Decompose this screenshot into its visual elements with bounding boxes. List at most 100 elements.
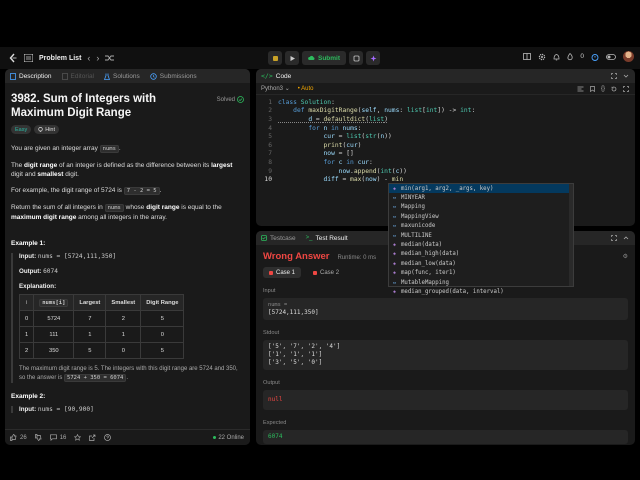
- code-line-text: diff = max(now) - min: [323, 176, 404, 184]
- table-header: Digit Range: [140, 294, 185, 311]
- maximize-icon[interactable]: [611, 73, 617, 79]
- tab-editorial[interactable]: Editorial: [61, 73, 94, 80]
- layout-icon[interactable]: [523, 53, 532, 60]
- prev-problem-icon[interactable]: ‹: [87, 53, 90, 63]
- bookmark-icon[interactable]: [590, 85, 595, 92]
- variable-icon: ▭: [392, 195, 396, 202]
- braces-icon[interactable]: {}: [601, 86, 605, 92]
- hint-label: Hint: [45, 126, 56, 133]
- tab-submissions[interactable]: Submissions: [150, 73, 197, 80]
- autocomplete-label: MULTILINE: [401, 232, 432, 239]
- autocomplete-label: MappingView: [401, 213, 439, 220]
- fullscreen-icon[interactable]: [623, 85, 629, 92]
- shuffle-icon[interactable]: [105, 54, 115, 62]
- table-header: nums[i]: [33, 294, 75, 311]
- autocomplete-item[interactable]: ◈ median_low(data): [389, 259, 573, 268]
- submit-button[interactable]: Submit: [302, 51, 347, 65]
- format-icon[interactable]: [577, 86, 584, 92]
- code-line-text: cur = list(str(n)): [323, 133, 392, 141]
- hint-button[interactable]: Hint: [34, 125, 60, 134]
- table-header: i: [18, 294, 35, 311]
- code-line: 1 class Solution:: [256, 98, 635, 107]
- autocomplete-item[interactable]: ▭ MINYEAR: [389, 193, 573, 202]
- function-icon: ◈: [392, 288, 396, 295]
- fire-icon[interactable]: [567, 52, 573, 61]
- problem-list-link[interactable]: Problem List: [39, 55, 81, 62]
- collapse-icon[interactable]: [623, 73, 629, 79]
- tab-testcase-label: Testcase: [270, 234, 296, 242]
- example-code: 7 - 2 = 5: [123, 187, 160, 195]
- case-1-tab[interactable]: Case 1: [263, 267, 302, 278]
- ex1-output-label: Output:: [19, 268, 42, 275]
- input-value: [5724,111,350]: [268, 309, 319, 316]
- settings-icon[interactable]: [538, 53, 546, 61]
- run-button[interactable]: [285, 51, 299, 65]
- debug-button[interactable]: [268, 51, 282, 65]
- table-row: 2 350 5 0 5: [18, 342, 185, 359]
- autocomplete-item[interactable]: ◈ map(func, iter1): [389, 269, 573, 278]
- like-button[interactable]: 26: [10, 434, 27, 441]
- debug-icon[interactable]: ⚙: [623, 253, 628, 260]
- autocomplete-item[interactable]: ◈ min(arg1, arg2, _args, key): [389, 184, 573, 194]
- intro-text: You are given an integer array: [11, 145, 100, 152]
- example-1-output: Output: 6074: [19, 268, 244, 275]
- line-number: 9: [268, 167, 272, 175]
- autocomplete-item[interactable]: ▭ Mapping: [389, 203, 573, 212]
- autocomplete-item[interactable]: ▭ MappingView: [389, 212, 573, 221]
- reset-icon[interactable]: [611, 86, 617, 92]
- example-1-box: Input: nums = [5724,111,350] Output: 607…: [11, 253, 244, 383]
- tab-code[interactable]: </> Code: [261, 72, 291, 80]
- tab-test-result[interactable]: >_ Test Result: [306, 235, 348, 242]
- difficulty-badge[interactable]: Easy: [11, 125, 32, 134]
- code-line-text: now.append(int(c)): [338, 167, 407, 175]
- ret-text-4: among all integers in the array.: [76, 214, 167, 221]
- next-problem-icon[interactable]: ›: [96, 53, 99, 63]
- collapse-icon[interactable]: [623, 235, 629, 241]
- autocomplete-item[interactable]: ▭ MutableMapping: [389, 278, 573, 287]
- thumbs-up-icon: [10, 434, 17, 441]
- comments-button[interactable]: 16: [49, 434, 66, 441]
- ai-assist-button[interactable]: [366, 51, 381, 65]
- def-bold-3: smallest: [37, 171, 64, 178]
- thumbs-down-icon[interactable]: [34, 434, 42, 441]
- autocomplete-item[interactable]: ▭ maxunicode: [389, 222, 573, 231]
- table-cell: 7: [73, 310, 107, 327]
- notification-bell-icon[interactable]: [553, 53, 560, 61]
- solved-label: Solved: [216, 96, 235, 103]
- autocomplete-item[interactable]: ◈ median_grouped(data, interval): [389, 287, 573, 296]
- problem-list-icon[interactable]: [24, 54, 33, 62]
- ex1-explanation-label: Explanation:: [19, 283, 57, 290]
- maximize-icon[interactable]: [611, 235, 617, 241]
- autosave-indicator[interactable]: • Auto: [298, 86, 314, 92]
- star-icon[interactable]: [74, 434, 82, 441]
- tab-testcase[interactable]: Testcase: [261, 235, 296, 242]
- autocomplete-item[interactable]: ◈ median(data): [389, 240, 573, 249]
- autocomplete-item[interactable]: ▭ MULTILINE: [389, 231, 573, 240]
- autocomplete-item[interactable]: ◈ median_high(data): [389, 250, 573, 259]
- ex1-input-value: nums = [5724,111,350]: [37, 253, 117, 260]
- autocomplete-scrollbar[interactable]: [569, 184, 573, 286]
- timer-icon[interactable]: [591, 53, 599, 61]
- tab-description[interactable]: Description: [10, 73, 52, 80]
- tab-solutions[interactable]: Solutions: [104, 73, 140, 80]
- code-editor[interactable]: 1 class Solution: 2 def maxDigitRange(sel…: [256, 95, 635, 184]
- example-text: For example, the digit range of 5724 is: [11, 187, 124, 194]
- table-cell: 0: [140, 326, 185, 343]
- help-icon[interactable]: [104, 434, 112, 441]
- comment-icon: [49, 434, 57, 441]
- table-header: Largest: [73, 294, 107, 311]
- switch-icon[interactable]: [606, 53, 616, 60]
- avatar[interactable]: [623, 51, 634, 62]
- share-icon[interactable]: [89, 434, 96, 441]
- table-cell: 350: [33, 342, 75, 359]
- language-select[interactable]: Python3 ⌄: [261, 85, 290, 92]
- autosave-label: Auto: [301, 85, 314, 92]
- input-box: nums = [5724,111,350]: [263, 298, 628, 320]
- function-icon: ◈: [392, 242, 396, 249]
- fail-icon: [269, 270, 273, 275]
- leetcode-logo-icon[interactable]: [8, 53, 18, 63]
- table-row: 0 5724 7 2 5: [18, 310, 185, 327]
- code-toolbar: Python3 ⌄ • Auto {}: [256, 83, 635, 95]
- case-2-tab[interactable]: Case 2: [307, 267, 345, 278]
- notes-button[interactable]: [349, 51, 364, 65]
